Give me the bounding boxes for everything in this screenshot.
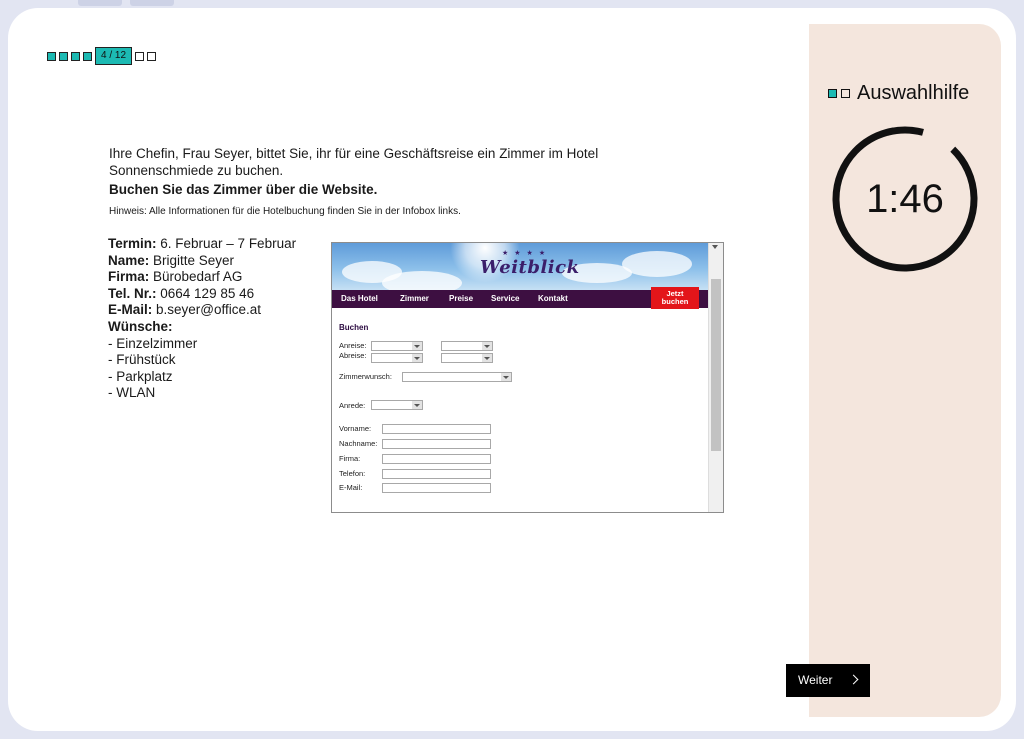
label-anrede: Anrede:: [339, 401, 366, 410]
chevron-down-icon: [412, 401, 422, 409]
abreise-select-1[interactable]: [371, 353, 423, 363]
countdown-timer: 1:46: [866, 177, 944, 221]
info-firma: Firma: Bürobedarf AG: [108, 269, 243, 285]
browser-tab-2: [130, 0, 174, 6]
email-input[interactable]: [382, 483, 491, 493]
cloud-shape: [622, 251, 692, 277]
helper-square-filled-icon: [828, 89, 837, 98]
task-intro: Ihre Chefin, Frau Seyer, bittet Sie, ihr…: [109, 145, 629, 179]
info-wuensche: Wünsche:: [108, 318, 173, 334]
progress-step-3: [71, 51, 80, 61]
progress-step-2: [59, 51, 68, 61]
label-telefon: Telefon:: [339, 469, 366, 478]
zimmerwunsch-select[interactable]: [402, 372, 512, 382]
wish-item: - Einzelzimmer: [108, 335, 198, 351]
chevron-down-icon: [482, 342, 492, 350]
hotel-logo: Weitblick: [480, 257, 580, 278]
book-now-button[interactable]: Jetzt buchen: [651, 287, 699, 309]
progress-step-6: [135, 51, 145, 61]
nachname-input[interactable]: [382, 439, 491, 449]
nav-preise[interactable]: Preise: [449, 290, 473, 308]
chevron-down-icon: [412, 342, 422, 350]
progress-step-1: [47, 51, 56, 61]
hotel-website: ★★★★ Weitblick Das Hotel Zimmer Preise S…: [331, 242, 724, 513]
info-tel: Tel. Nr.: 0664 129 85 46: [108, 285, 255, 301]
assessment-frame: 4 / 12 Ihre Chefin, Frau Seyer, bittet S…: [8, 8, 1016, 731]
chevron-right-icon: [848, 674, 859, 685]
nav-das-hotel[interactable]: Das Hotel: [341, 290, 378, 308]
task-intro-line-2: Sonnenschmiede zu buchen.: [109, 163, 284, 178]
telefon-input[interactable]: [382, 469, 491, 479]
next-button[interactable]: Weiter: [786, 664, 870, 697]
label-vorname: Vorname:: [339, 424, 372, 433]
chevron-down-icon: [501, 373, 511, 381]
label-abreise: Abreise:: [339, 351, 367, 360]
info-termin: Termin: 6. Februar – 7 Februar: [108, 236, 297, 251]
task-instruction: Buchen Sie das Zimmer über die Website.: [109, 182, 378, 197]
progress-current-label: 4 / 12: [95, 47, 133, 65]
selection-helper[interactable]: Auswahlhilfe: [828, 82, 969, 105]
wish-item: - Parkplatz: [108, 368, 173, 384]
chevron-down-icon: [412, 354, 422, 362]
website-banner: ★★★★ Weitblick: [332, 243, 708, 290]
label-nachname: Nachname:: [339, 439, 378, 448]
task-hint: Hinweis: Alle Informationen für die Hote…: [109, 206, 461, 217]
label-email: E-Mail:: [339, 483, 363, 492]
info-email: E-Mail: b.seyer@office.at: [108, 302, 262, 318]
label-zimmerwunsch: Zimmerwunsch:: [339, 372, 392, 381]
wish-item: - Frühstück: [108, 352, 176, 368]
anreise-select-2[interactable]: [441, 341, 493, 351]
next-button-label: Weiter: [798, 673, 833, 687]
cloud-shape: [382, 271, 462, 290]
browser-tab-1: [78, 0, 122, 6]
infobox: Termin: 6. Februar – 7 Februar Name: Bri…: [108, 236, 296, 402]
logo-stars: ★★★★: [502, 250, 552, 257]
progress-step-4: [83, 51, 92, 61]
label-firma: Firma:: [339, 454, 361, 463]
wish-item: - WLAN: [108, 385, 156, 401]
helper-title: Auswahlhilfe: [857, 82, 970, 104]
abreise-select-2[interactable]: [441, 353, 493, 363]
task-intro-line-1: Ihre Chefin, Frau Seyer, bittet Sie, ihr…: [109, 146, 599, 161]
scroll-thumb[interactable]: [711, 279, 721, 451]
label-anreise: Anreise:: [339, 341, 367, 350]
nav-zimmer[interactable]: Zimmer: [400, 290, 429, 308]
website-scrollbar[interactable]: [708, 243, 723, 512]
nav-kontakt[interactable]: Kontakt: [538, 290, 568, 308]
progress-step-7: [147, 51, 157, 61]
nav-service[interactable]: Service: [491, 290, 519, 308]
scroll-up-icon[interactable]: [712, 245, 718, 249]
chevron-down-icon: [482, 354, 492, 362]
helper-square-empty-icon: [841, 89, 850, 98]
info-name: Name: Brigitte Seyer: [108, 252, 235, 268]
progress-indicator: 4 / 12: [47, 47, 157, 65]
form-title: Buchen: [339, 323, 369, 332]
anreise-select-1[interactable]: [371, 341, 423, 351]
firma-input[interactable]: [382, 454, 491, 464]
vorname-input[interactable]: [382, 424, 491, 434]
anrede-select[interactable]: [371, 400, 423, 410]
